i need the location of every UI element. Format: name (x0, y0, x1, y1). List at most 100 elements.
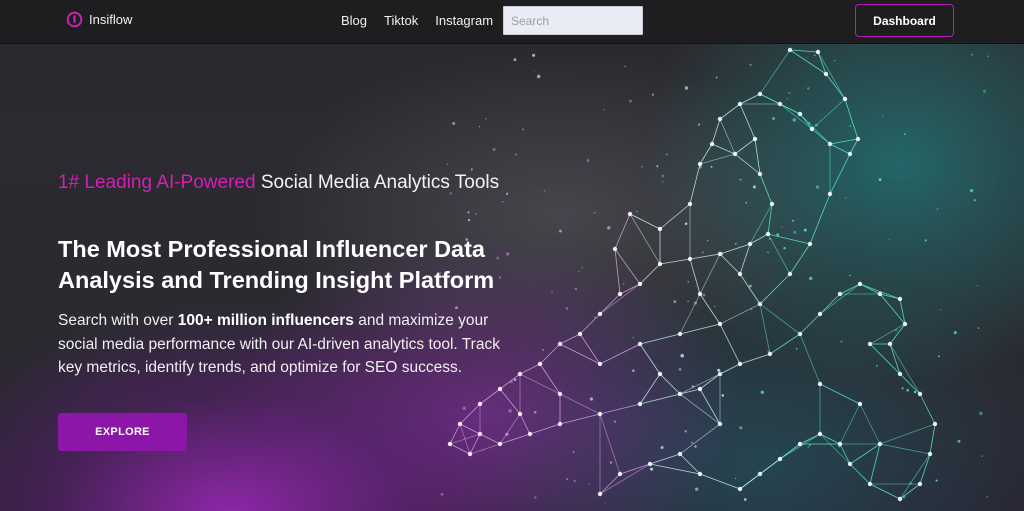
horse-node (777, 101, 783, 107)
horse-node (557, 421, 563, 427)
hero-description: Search with over 100+ million influencer… (58, 309, 503, 380)
horse-edge (649, 463, 701, 475)
horse-edge (599, 293, 621, 315)
sparkle-particle (769, 237, 772, 240)
sparkle-particle (957, 439, 961, 443)
horse-edge (799, 313, 821, 335)
sparkle-particle (462, 406, 466, 411)
sparkle-particle (803, 228, 807, 232)
horse-edge (659, 258, 691, 265)
sparkle-particle (513, 378, 517, 382)
horse-edge (789, 243, 811, 275)
nav-link-instagram[interactable]: Instagram (435, 13, 493, 28)
dashboard-button[interactable]: Dashboard (855, 4, 954, 37)
sparkle-particle (482, 449, 484, 452)
horse-edge (699, 473, 741, 490)
sparkle-particle (566, 478, 569, 481)
horse-node (917, 481, 923, 487)
brand[interactable]: Insiflow (66, 11, 132, 28)
sparkle-particle (531, 53, 536, 57)
horse-node (732, 151, 738, 157)
sparkle-particle (903, 133, 906, 136)
horse-edge (699, 388, 721, 425)
horse-node (697, 471, 703, 477)
horse-node (757, 471, 763, 477)
horse-edge (539, 343, 561, 365)
sparkle-particle (578, 270, 580, 272)
horse-node (677, 391, 683, 397)
sparkle-particle (534, 496, 537, 499)
sparkle-particle (452, 122, 456, 125)
horse-node (717, 371, 723, 377)
sparkle-particle (977, 327, 980, 330)
sparkle-particle (805, 56, 808, 59)
sparkle-particle (651, 93, 655, 96)
sparkle-particle (604, 502, 606, 505)
nav-link-tiktok[interactable]: Tiktok (384, 13, 418, 28)
horse-node (797, 111, 803, 117)
horse-node (697, 161, 703, 167)
sparkle-particle (680, 353, 684, 358)
horse-node (637, 401, 643, 407)
horse-edge (699, 253, 721, 295)
horse-edge (499, 413, 521, 445)
horse-edge (679, 293, 701, 335)
sparkle-particle (953, 331, 957, 335)
horse-node (447, 441, 453, 447)
horse-node (897, 296, 903, 302)
sparkle-particle (632, 336, 634, 339)
horse-node (597, 311, 603, 317)
horse-edge (639, 343, 661, 375)
sparkle-particle (987, 55, 989, 58)
horse-node (847, 151, 853, 157)
search-input[interactable] (503, 6, 643, 35)
horse-node (497, 441, 503, 447)
horse-edge (689, 258, 701, 295)
sparkle-particle (795, 347, 798, 350)
horse-node (717, 321, 723, 327)
sparkle-particle (513, 58, 517, 62)
sparkle-particle (485, 117, 487, 120)
horse-edge (839, 403, 861, 445)
sparkle-particle (936, 208, 939, 210)
horse-node (752, 136, 758, 142)
horse-edge (899, 298, 906, 325)
horse-node (917, 391, 923, 397)
sparkle-particle (969, 188, 974, 193)
sparkle-particle (973, 199, 977, 202)
horse-edge (789, 49, 819, 53)
horse-edge (734, 138, 756, 155)
horse-edge (789, 49, 827, 75)
horse-edge (819, 383, 861, 405)
horse-edge (614, 213, 631, 250)
sparkle-particle (551, 290, 554, 293)
horse-edge (759, 303, 801, 335)
horse-edge (859, 283, 901, 300)
horse-edge (479, 433, 501, 445)
sparkle-particle (924, 239, 927, 242)
sparkle-particle (697, 123, 701, 126)
horse-edge (559, 413, 601, 425)
sparkle-particle (440, 492, 444, 496)
horse-node (677, 451, 683, 457)
sparkle-particle (691, 385, 694, 388)
sparkle-particle (739, 426, 743, 430)
horse-edge (799, 113, 831, 145)
horse-node (842, 96, 848, 102)
horse-node (737, 271, 743, 277)
horse-node (887, 341, 893, 347)
horse-node (877, 441, 883, 447)
hero-tagline: 1# Leading AI-Powered Social Media Analy… (58, 170, 508, 196)
sparkle-particle (624, 65, 626, 68)
sparkle-particle (710, 165, 713, 168)
horse-edge (809, 193, 831, 245)
nav-link-blog[interactable]: Blog (341, 13, 367, 28)
horse-node (647, 461, 653, 467)
horse-edge (829, 153, 851, 195)
sparkle-particle (678, 367, 682, 371)
horse-node (597, 361, 603, 367)
explore-button[interactable]: EXPLORE (58, 413, 187, 451)
sparkle-particle (807, 121, 811, 125)
horse-edge (649, 453, 681, 465)
sparkle-particle (792, 118, 796, 122)
